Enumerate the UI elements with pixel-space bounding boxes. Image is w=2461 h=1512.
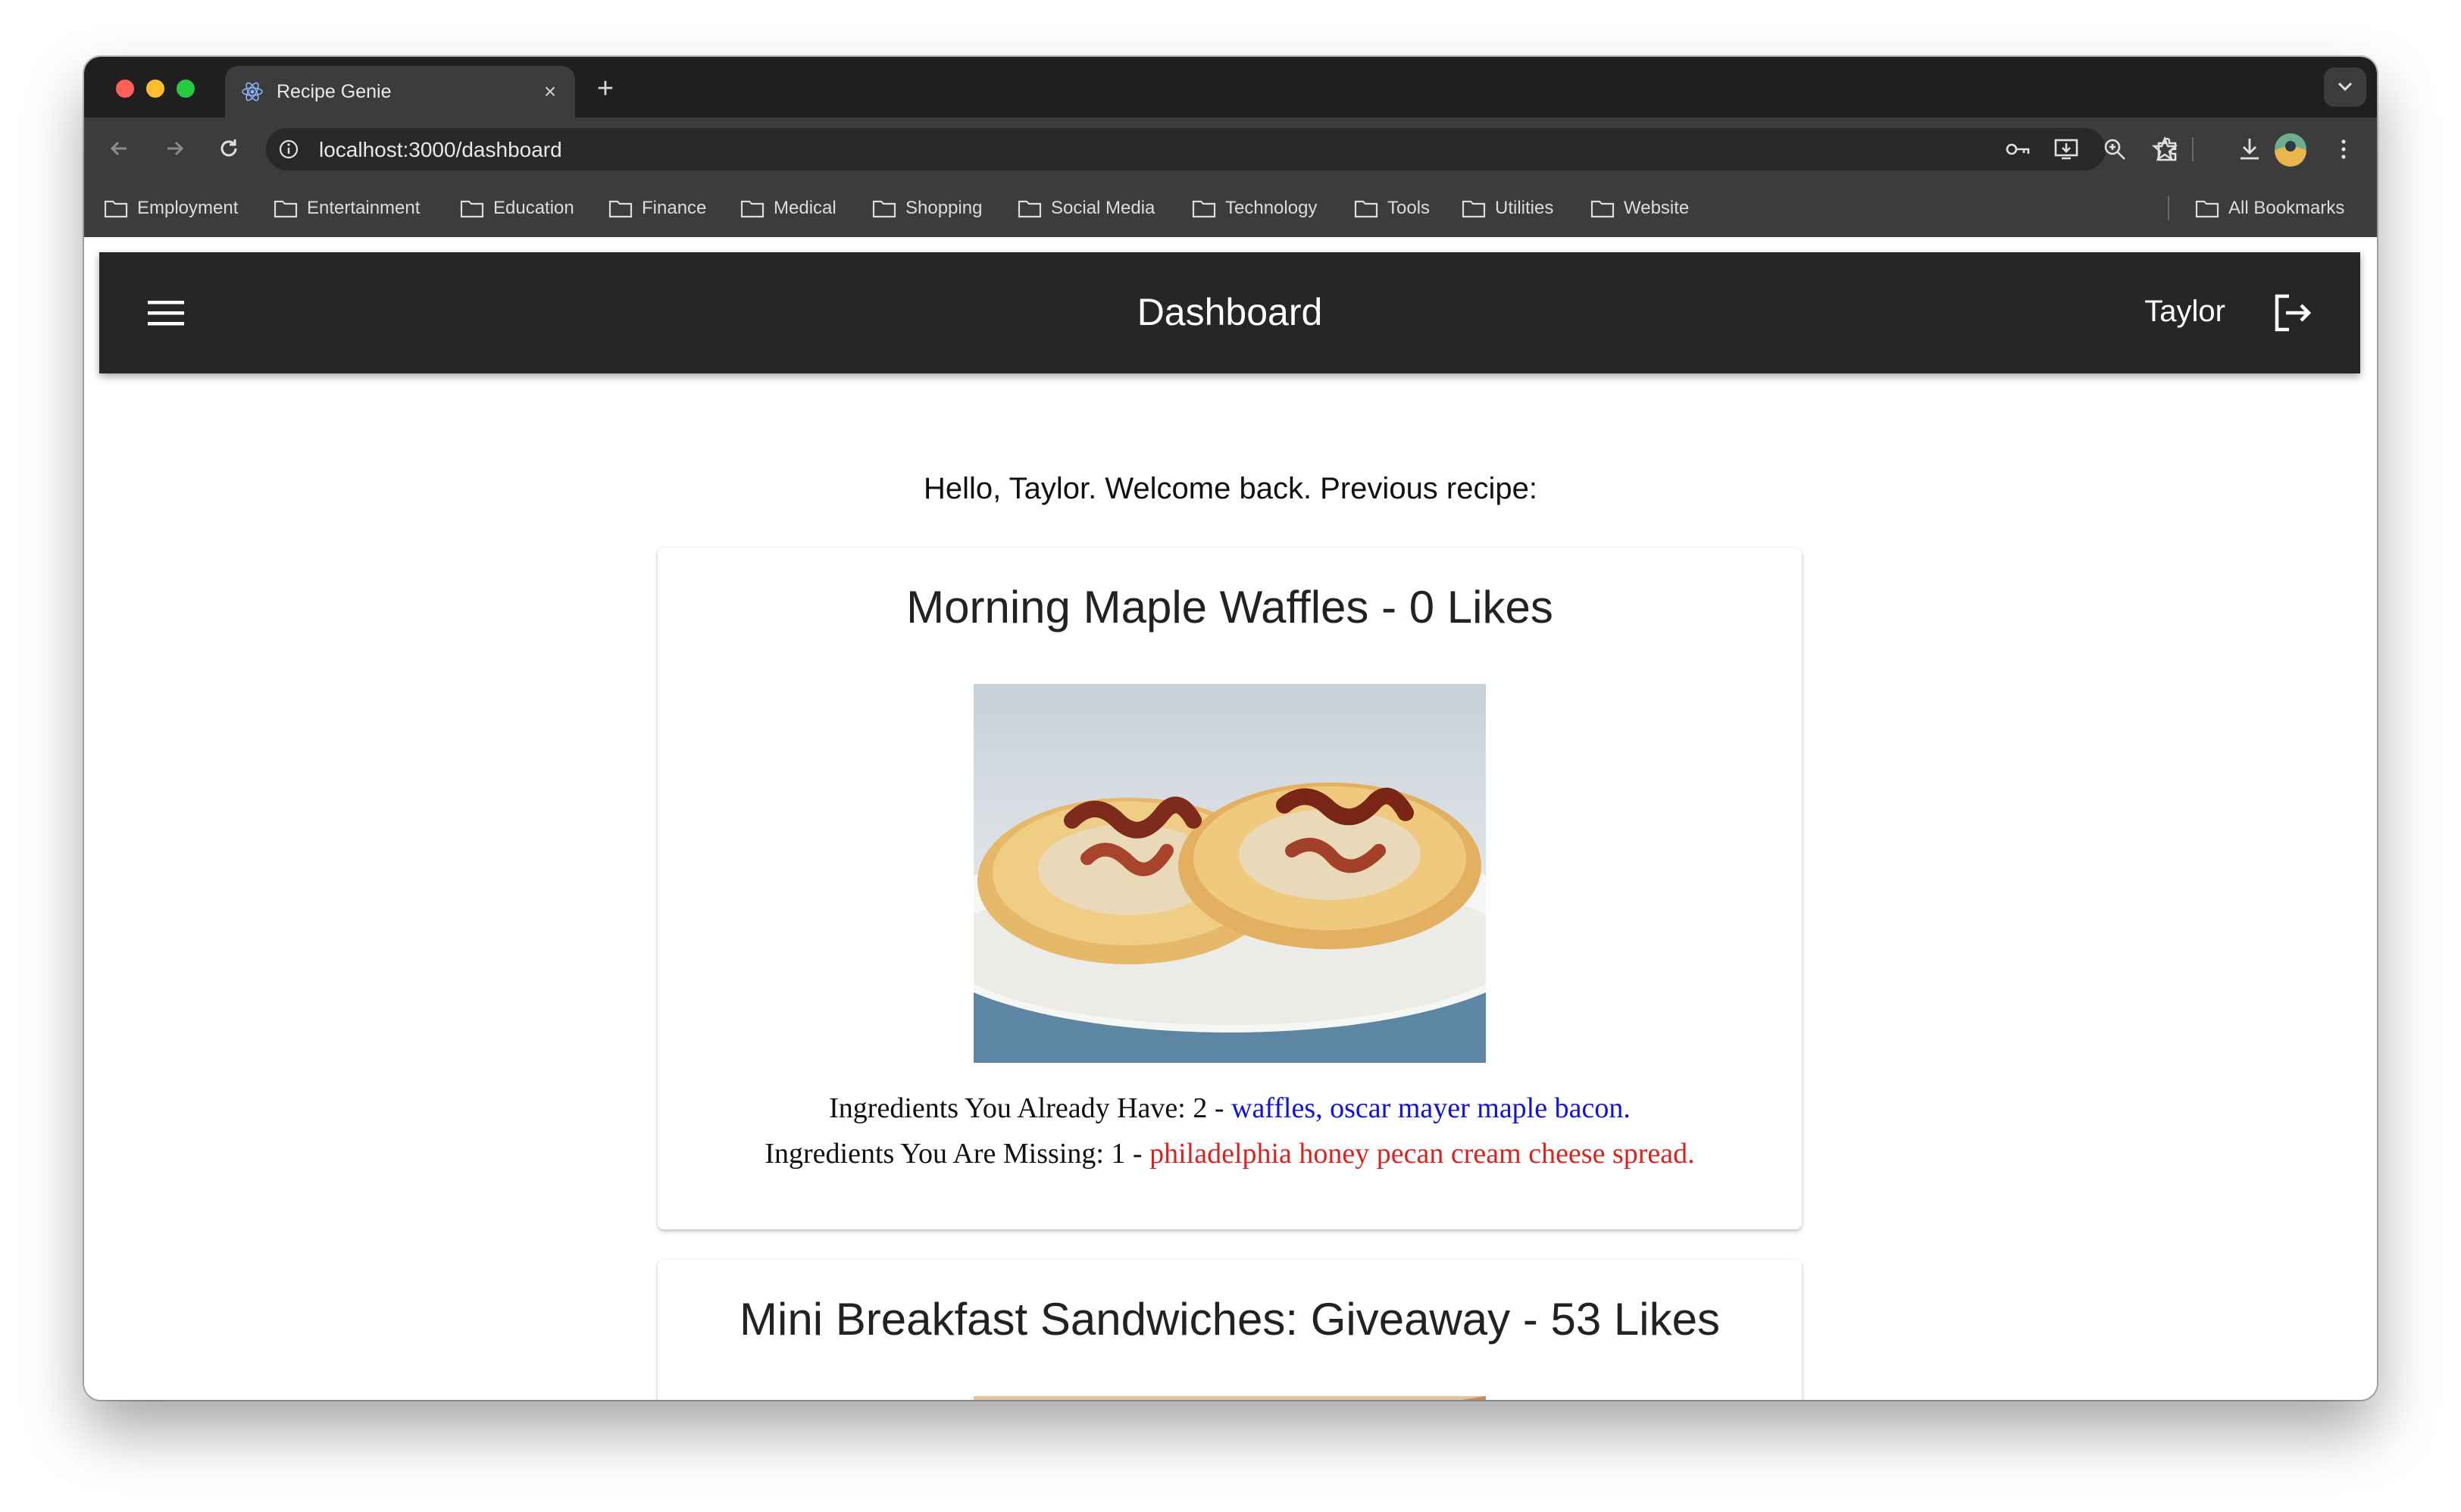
toolbar-divider (2192, 137, 2194, 161)
folder-icon (608, 200, 633, 218)
close-window-button[interactable] (116, 80, 134, 98)
profile-avatar-icon[interactable] (2272, 131, 2309, 167)
tab-title: Recipe Genie (277, 81, 392, 102)
recipe-image-waffles (974, 684, 1486, 1063)
folder-icon (460, 200, 484, 218)
bookmark-website[interactable]: Website (1590, 193, 1689, 223)
bookmark-label: Tools (1387, 198, 1431, 218)
ingredients-have-label: Ingredients You Already Have: 2 - (829, 1092, 1231, 1124)
bookmark-label: Entertainment (307, 198, 421, 218)
app-bar: Dashboard Taylor (99, 252, 2360, 373)
ingredients-missing-label: Ingredients You Are Missing: 1 - (765, 1138, 1150, 1170)
bookmark-label: Finance (642, 198, 707, 218)
bookmark-tools[interactable]: Tools (1354, 193, 1430, 223)
ingredients-missing-line: Ingredients You Are Missing: 1 - philade… (658, 1137, 1802, 1170)
bookmark-label: Employment (137, 198, 239, 218)
folder-icon (1192, 200, 1216, 218)
browser-window: Recipe Genie × + localhost:3000/dashboar… (84, 57, 2377, 1400)
folder-icon (104, 200, 128, 218)
folder-icon (2195, 200, 2219, 218)
tab-strip: Recipe Genie × + (84, 57, 2377, 117)
back-arrow-icon[interactable] (104, 133, 136, 164)
forward-arrow-icon[interactable] (158, 133, 190, 164)
new-tab-button[interactable]: + (590, 73, 621, 104)
all-bookmarks-label: All Bookmarks (2228, 198, 2345, 218)
recipe-image-sandwiches (974, 1396, 1486, 1400)
username-label: Taylor (2144, 295, 2225, 328)
bookmarks-bar: Employment Entertainment Education Finan… (84, 180, 2377, 237)
ingredients-have-list: waffles, oscar mayer maple bacon. (1231, 1092, 1631, 1124)
chevron-down-icon (2337, 82, 2353, 92)
recipe-card[interactable]: Morning Maple Waffles - 0 Likes Ingredie… (658, 548, 1802, 1229)
address-bar[interactable]: localhost:3000/dashboard (266, 128, 2178, 170)
more-menu-icon[interactable] (2327, 133, 2360, 166)
bookmark-technology[interactable]: Technology (1192, 193, 1317, 223)
all-bookmarks[interactable]: All Bookmarks (2195, 193, 2344, 223)
bookmark-employment[interactable]: Employment (104, 193, 238, 223)
bookmark-label: Utilities (1495, 198, 1554, 218)
site-info-icon[interactable] (277, 137, 301, 161)
folder-icon (1018, 200, 1042, 218)
bookmark-medical[interactable]: Medical (740, 193, 836, 223)
url-text: localhost:3000/dashboard (319, 138, 562, 161)
tab-close-icon[interactable]: × (539, 77, 561, 107)
folder-icon (872, 200, 896, 218)
reload-icon[interactable] (213, 133, 245, 164)
bookmark-label: Medical (774, 198, 836, 218)
bookmark-label: Education (493, 198, 574, 218)
logout-icon[interactable] (2271, 292, 2313, 334)
folder-icon (274, 200, 298, 218)
recipe-title: Morning Maple Waffles - 0 Likes (906, 582, 1553, 633)
bookmark-label: Technology (1225, 198, 1318, 218)
bookmark-finance[interactable]: Finance (608, 193, 706, 223)
ingredients-missing-list: philadelphia honey pecan cream cheese sp… (1149, 1138, 1695, 1170)
minimize-window-button[interactable] (146, 80, 164, 98)
zoom-icon[interactable] (2098, 133, 2131, 166)
page-title: Dashboard (1137, 291, 1323, 333)
recipe-card[interactable]: Mini Breakfast Sandwiches: Giveaway - 53… (658, 1260, 1802, 1400)
folder-icon (1590, 200, 1615, 218)
install-app-icon[interactable] (2050, 133, 2083, 166)
recipe-title: Mini Breakfast Sandwiches: Giveaway - 53… (740, 1294, 1720, 1345)
folder-icon (740, 200, 765, 218)
maximize-window-button[interactable] (177, 80, 195, 98)
extensions-icon[interactable] (2151, 133, 2184, 166)
browser-tab[interactable]: Recipe Genie × (225, 66, 575, 117)
bookmark-label: Shopping (905, 198, 983, 218)
folder-icon (1354, 200, 1378, 218)
bookmarks-divider (2168, 196, 2169, 220)
bookmark-utilities[interactable]: Utilities (1462, 193, 1553, 223)
bookmark-label: Social Media (1051, 198, 1155, 218)
bookmark-social-media[interactable]: Social Media (1018, 193, 1155, 223)
folder-icon (1462, 200, 1486, 218)
ingredients-have-line: Ingredients You Already Have: 2 - waffle… (658, 1092, 1802, 1125)
key-icon[interactable] (2001, 133, 2034, 166)
welcome-message: Hello, Taylor. Welcome back. Previous re… (924, 472, 1537, 505)
react-icon (242, 82, 263, 102)
browser-toolbar: localhost:3000/dashboard (84, 117, 2377, 180)
bookmark-label: Website (1624, 198, 1690, 218)
tab-search-button[interactable] (2324, 67, 2366, 107)
page-content: Dashboard Taylor Hello, Taylor. Welcome … (84, 237, 2377, 1400)
bookmark-entertainment[interactable]: Entertainment (274, 193, 420, 223)
download-icon[interactable] (2233, 133, 2266, 166)
bookmark-education[interactable]: Education (460, 193, 574, 223)
bookmark-shopping[interactable]: Shopping (872, 193, 982, 223)
